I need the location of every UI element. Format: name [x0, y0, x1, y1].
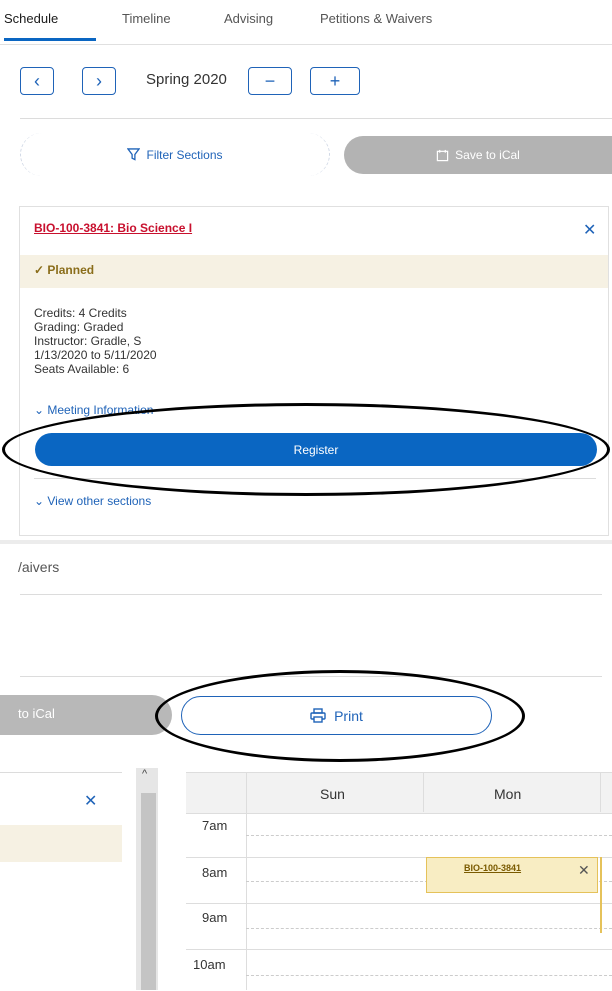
- previous-term-button[interactable]: ‹: [20, 67, 54, 95]
- filter-sections-button[interactable]: Filter Sections: [20, 133, 330, 176]
- minus-icon: −: [264, 70, 276, 91]
- next-term-button[interactable]: ›: [82, 67, 116, 95]
- half-hour-line: [246, 975, 612, 976]
- chevron-left-icon: ‹: [34, 70, 40, 91]
- half-hour-line: [246, 928, 612, 929]
- course-list-panel: [0, 772, 122, 991]
- checkmark-icon: ✓: [34, 263, 48, 277]
- tab-schedule[interactable]: Schedule: [4, 11, 58, 26]
- calendar-icon: [436, 149, 449, 161]
- planned-status: ✓ Planned: [34, 263, 94, 277]
- scroll-up-icon[interactable]: ^: [142, 768, 147, 780]
- half-hour-line: [246, 835, 612, 836]
- filter-sections-label: Filter Sections: [146, 147, 223, 162]
- tab-bar: Schedule Timeline Advising Petitions & W…: [0, 0, 612, 45]
- divider: [0, 540, 612, 544]
- filter-icon: [127, 148, 141, 161]
- annotation-ellipse: [2, 403, 610, 496]
- view-other-sections-toggle[interactable]: ⌄ View other sections: [34, 494, 151, 508]
- seats-available: Seats Available: 6: [34, 362, 130, 376]
- term-label: Spring 2020: [146, 71, 227, 88]
- event-border: [600, 857, 602, 933]
- hour-line: [186, 949, 612, 950]
- close-icon[interactable]: ✕: [578, 862, 590, 879]
- column-separator: [423, 772, 424, 812]
- save-to-ical-label: to iCal: [18, 706, 55, 721]
- instructor: Instructor: Gradle, S: [34, 334, 142, 348]
- time-label: 9am: [202, 910, 228, 925]
- day-header-mon: Mon: [494, 786, 522, 802]
- scrollbar-thumb[interactable]: [141, 793, 156, 990]
- save-to-ical-button[interactable]: Save to iCal: [344, 136, 612, 174]
- hour-line: [186, 903, 612, 904]
- course-details: Credits: 4 Credits Grading: Graded Instr…: [34, 306, 157, 376]
- petitions-waivers-heading: /aivers: [18, 559, 60, 575]
- grading: Grading: Graded: [34, 320, 124, 334]
- close-icon[interactable]: ✕: [583, 220, 596, 240]
- chevron-down-icon: ⌄: [34, 494, 48, 508]
- chevron-down-icon: ⌄: [34, 403, 48, 417]
- divider: [20, 594, 602, 595]
- plus-icon: +: [329, 70, 341, 91]
- course-title-link[interactable]: BIO-100-3841: Bio Science I: [34, 221, 192, 235]
- planned-label: Planned: [47, 263, 95, 277]
- planned-status-bar: [20, 255, 608, 288]
- view-other-sections-label: View other sections: [47, 494, 152, 508]
- tab-advising[interactable]: Advising: [224, 11, 273, 26]
- column-separator: [600, 772, 601, 812]
- credits: Credits: 4 Credits: [34, 306, 127, 320]
- chevron-right-icon: ›: [96, 70, 102, 91]
- remove-term-button[interactable]: −: [248, 67, 292, 95]
- save-to-ical-button[interactable]: to iCal: [0, 695, 172, 735]
- time-label: 7am: [202, 818, 228, 833]
- planned-status-bar: [0, 825, 122, 862]
- day-header-sun: Sun: [320, 786, 345, 802]
- add-term-button[interactable]: +: [310, 67, 360, 95]
- time-label: 10am: [193, 957, 226, 972]
- close-icon[interactable]: ✕: [84, 791, 97, 811]
- tab-petitions-waivers[interactable]: Petitions & Waivers: [320, 11, 432, 26]
- annotation-ellipse: [155, 670, 525, 762]
- event-course-link[interactable]: BIO-100-3841: [464, 863, 521, 873]
- date-range: 1/13/2020 to 5/11/2020: [34, 348, 157, 362]
- calendar-header: [186, 772, 612, 814]
- time-label: 8am: [202, 865, 228, 880]
- divider: [20, 118, 612, 119]
- active-tab-indicator: [4, 38, 96, 41]
- tab-timeline[interactable]: Timeline: [122, 11, 171, 26]
- save-to-ical-label: Save to iCal: [455, 148, 520, 162]
